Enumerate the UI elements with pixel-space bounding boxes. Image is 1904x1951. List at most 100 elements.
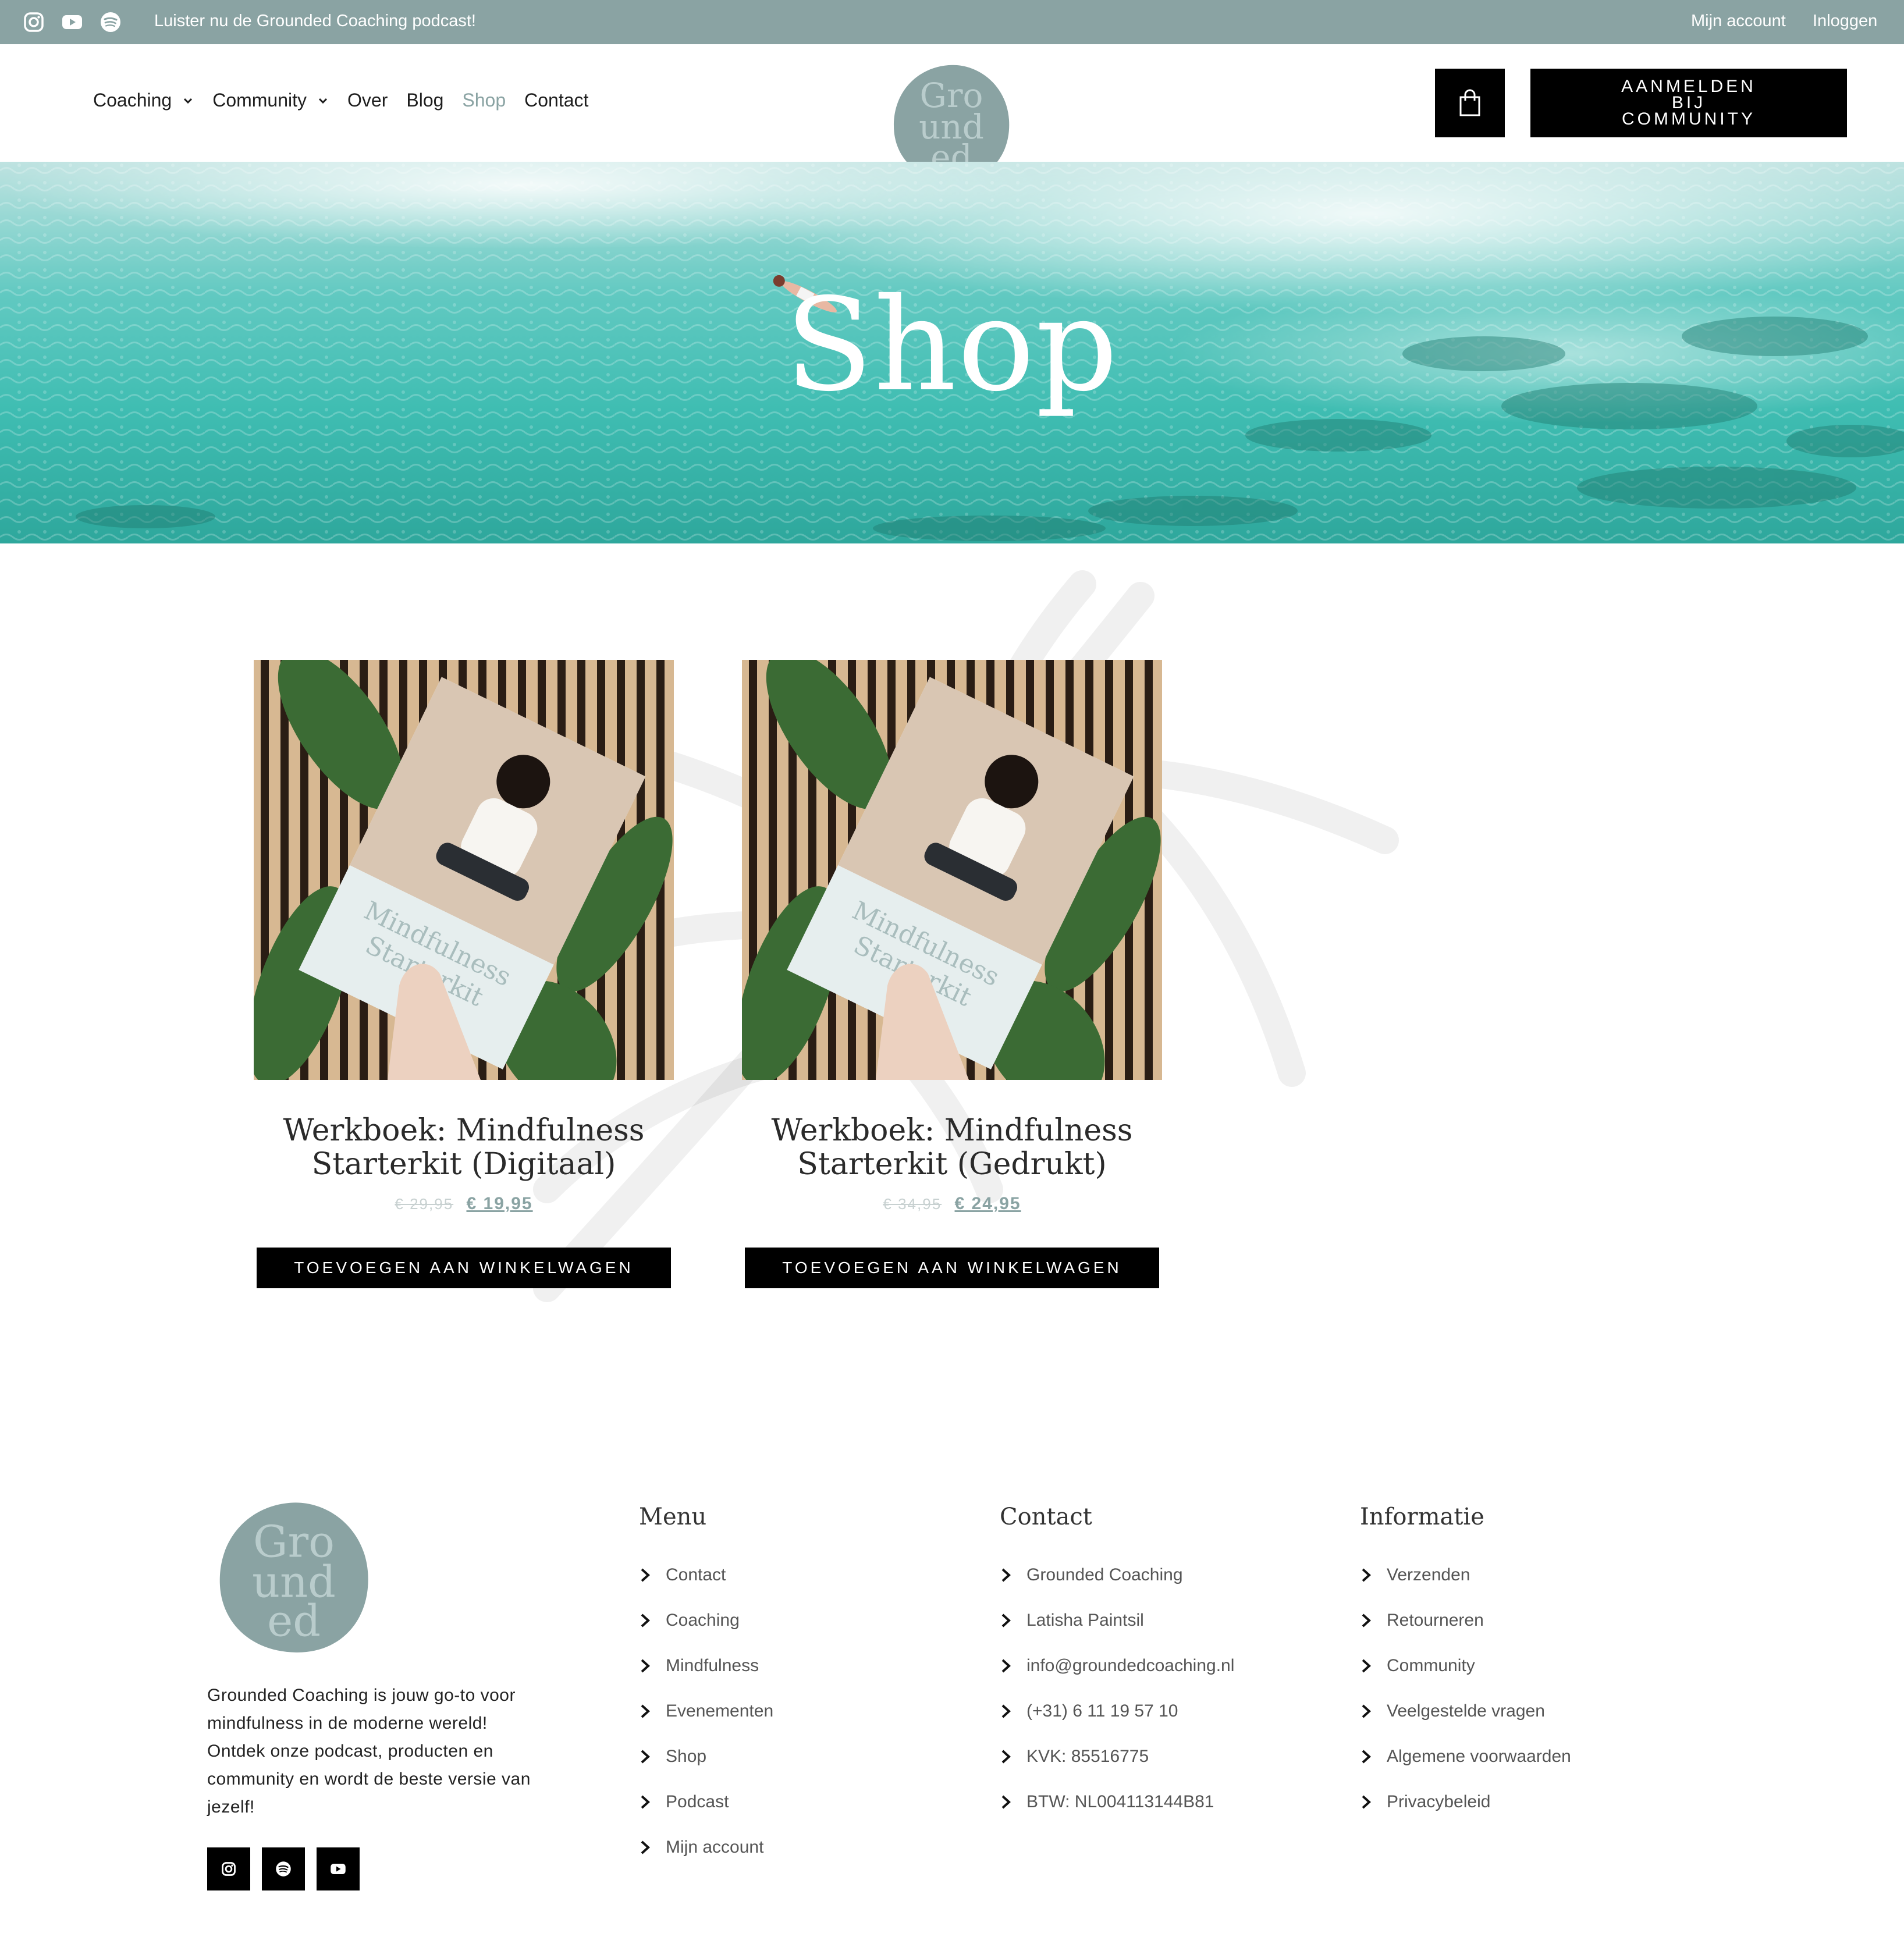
contact-text: BTW: NL004113144B81 — [1026, 1792, 1214, 1811]
shopping-bag-icon — [1459, 89, 1480, 116]
product-title[interactable]: Werkboek: Mindfulness Starterkit (Gedruk… — [742, 1114, 1162, 1181]
column-heading: Contact — [1000, 1504, 1092, 1530]
footer-link-label: Coaching — [666, 1611, 740, 1630]
nav-item-contact[interactable]: Contact — [524, 90, 588, 111]
footer-link-label: Algemene voorwaarden — [1387, 1747, 1571, 1766]
chevron-right-icon — [1362, 1750, 1371, 1764]
footer-link[interactable]: Mindfulness — [639, 1643, 773, 1689]
nav-label: Contact — [524, 90, 589, 111]
product-price: € 34,95 € 24,95 — [742, 1194, 1162, 1214]
old-price: € 29,95 — [395, 1195, 454, 1213]
chevron-right-icon — [641, 1704, 650, 1718]
instagram-icon[interactable] — [207, 1847, 250, 1890]
instagram-icon[interactable] — [22, 10, 45, 34]
add-to-cart-button[interactable]: TOEVOEGEN AAN WINKELWAGEN — [745, 1248, 1159, 1288]
footer-link-label: Community — [1387, 1656, 1475, 1675]
footer-link-label: Shop — [666, 1747, 707, 1766]
footer-link-label: Contact — [666, 1565, 726, 1584]
footer-link-label: Mijn account — [666, 1838, 764, 1857]
login-link[interactable]: Inloggen — [1813, 12, 1877, 31]
nav-label: Over — [347, 90, 388, 111]
chevron-right-icon — [641, 1614, 650, 1627]
chevron-right-icon — [641, 1568, 650, 1582]
product-image[interactable]: Mindfulness Starterkit — [254, 660, 674, 1080]
footer-link[interactable]: Community — [1360, 1643, 1571, 1689]
chevron-right-icon — [1362, 1795, 1371, 1809]
footer-link[interactable]: Podcast — [639, 1779, 773, 1825]
hero-banner: Shop — [0, 162, 1904, 543]
footer-link[interactable]: Retourneren — [1360, 1598, 1571, 1643]
nav-item-community[interactable]: Community — [212, 90, 329, 111]
chevron-right-icon — [1362, 1704, 1371, 1718]
product-title[interactable]: Werkboek: Mindfulness Starterkit (Digita… — [254, 1114, 674, 1181]
footer-link-label: Verzenden — [1387, 1565, 1470, 1584]
footer-link[interactable]: Verzenden — [1360, 1552, 1571, 1598]
footer-link[interactable]: Contact — [639, 1552, 773, 1598]
sale-price: € 24,95 — [954, 1194, 1021, 1213]
footer-link[interactable]: Veelgestelde vragen — [1360, 1689, 1571, 1734]
footer-link-label: Evenementen — [666, 1701, 774, 1721]
my-account-link[interactable]: Mijn account — [1691, 12, 1786, 31]
nav-label: Community — [212, 90, 307, 111]
footer-link[interactable]: Shop — [639, 1734, 773, 1779]
contact-text: Grounded Coaching — [1026, 1565, 1183, 1584]
footer-link-label: Privacybeleid — [1387, 1792, 1491, 1811]
footer-logo[interactable]: Gro und ed — [215, 1498, 372, 1655]
spotify-icon[interactable] — [99, 10, 122, 34]
top-bar: Luister nu de Grounded Coaching podcast!… — [0, 0, 1904, 44]
chevron-right-icon — [1001, 1568, 1011, 1582]
footer-contact-item: Latisha Paintsil — [1000, 1598, 1234, 1643]
footer-phone-link[interactable]: (+31) 6 11 19 57 10 — [1000, 1689, 1234, 1734]
sale-price: € 19,95 — [466, 1194, 533, 1213]
footer-link[interactable]: Privacybeleid — [1360, 1779, 1571, 1825]
contact-text: Latisha Paintsil — [1026, 1611, 1144, 1630]
spotify-icon[interactable] — [262, 1847, 305, 1890]
footer-menu-column: Menu Contact Coaching Mindfulness Evenem… — [639, 1502, 773, 1870]
footer-link-label: Mindfulness — [666, 1656, 759, 1675]
cart-button[interactable] — [1435, 69, 1505, 137]
footer-contact-item: BTW: NL004113144B81 — [1000, 1779, 1234, 1825]
chevron-right-icon — [641, 1840, 650, 1854]
footer-link-label: Veelgestelde vragen — [1387, 1701, 1545, 1721]
chevron-right-icon — [1362, 1568, 1371, 1582]
footer-contact-item: KVK: 85516775 — [1000, 1734, 1234, 1779]
youtube-icon[interactable] — [317, 1847, 360, 1890]
footer-social — [207, 1847, 360, 1890]
chevron-down-icon — [184, 98, 193, 104]
footer-link-label: Podcast — [666, 1792, 729, 1811]
chevron-right-icon — [1362, 1614, 1371, 1627]
column-heading: Informatie — [1360, 1504, 1484, 1530]
footer-link[interactable]: Evenementen — [639, 1689, 773, 1734]
footer-link[interactable]: Algemene voorwaarden — [1360, 1734, 1571, 1779]
footer-link-label: Retourneren — [1387, 1611, 1484, 1630]
footer-contact-item: Grounded Coaching — [1000, 1552, 1234, 1598]
youtube-icon[interactable] — [61, 10, 84, 34]
product-card: Mindfulness Starterkit Werkboek: Mindful… — [254, 660, 674, 1288]
product-image[interactable]: Mindfulness Starterkit — [742, 660, 1162, 1080]
community-signup-button[interactable]: AANMELDEN BIJ COMMUNITY — [1530, 69, 1847, 137]
chevron-right-icon — [1001, 1614, 1011, 1627]
nav-label: Blog — [406, 90, 444, 111]
nav-item-coaching[interactable]: Coaching — [93, 90, 194, 111]
nav-item-blog[interactable]: Blog — [406, 90, 443, 111]
contact-text: KVK: 85516775 — [1026, 1747, 1149, 1766]
podcast-announcement[interactable]: Luister nu de Grounded Coaching podcast! — [154, 12, 476, 31]
footer-link[interactable]: Mijn account — [639, 1825, 773, 1870]
nav-item-over[interactable]: Over — [347, 90, 388, 111]
product-grid: Mindfulness Starterkit Werkboek: Mindful… — [0, 543, 1904, 1370]
topbar-social — [22, 10, 122, 34]
contact-text: (+31) 6 11 19 57 10 — [1026, 1701, 1178, 1721]
main-nav: Coaching Community Over Blog Shop Contac… — [93, 90, 607, 111]
chevron-right-icon — [641, 1659, 650, 1673]
add-to-cart-button[interactable]: TOEVOEGEN AAN WINKELWAGEN — [257, 1248, 671, 1288]
chevron-down-icon — [318, 98, 328, 104]
nav-item-shop[interactable]: Shop — [462, 90, 506, 111]
footer-about-text: Grounded Coaching is jouw go-to voor min… — [207, 1686, 531, 1817]
product-price: € 29,95 € 19,95 — [254, 1194, 674, 1214]
site-footer: Gro und ed Grounded Coaching is jouw go-… — [0, 1466, 1904, 1951]
chevron-right-icon — [1001, 1750, 1011, 1764]
chevron-right-icon — [1362, 1659, 1371, 1673]
footer-link[interactable]: Coaching — [639, 1598, 773, 1643]
chevron-right-icon — [1001, 1659, 1011, 1673]
footer-email-link[interactable]: info@groundedcoaching.nl — [1000, 1643, 1234, 1689]
